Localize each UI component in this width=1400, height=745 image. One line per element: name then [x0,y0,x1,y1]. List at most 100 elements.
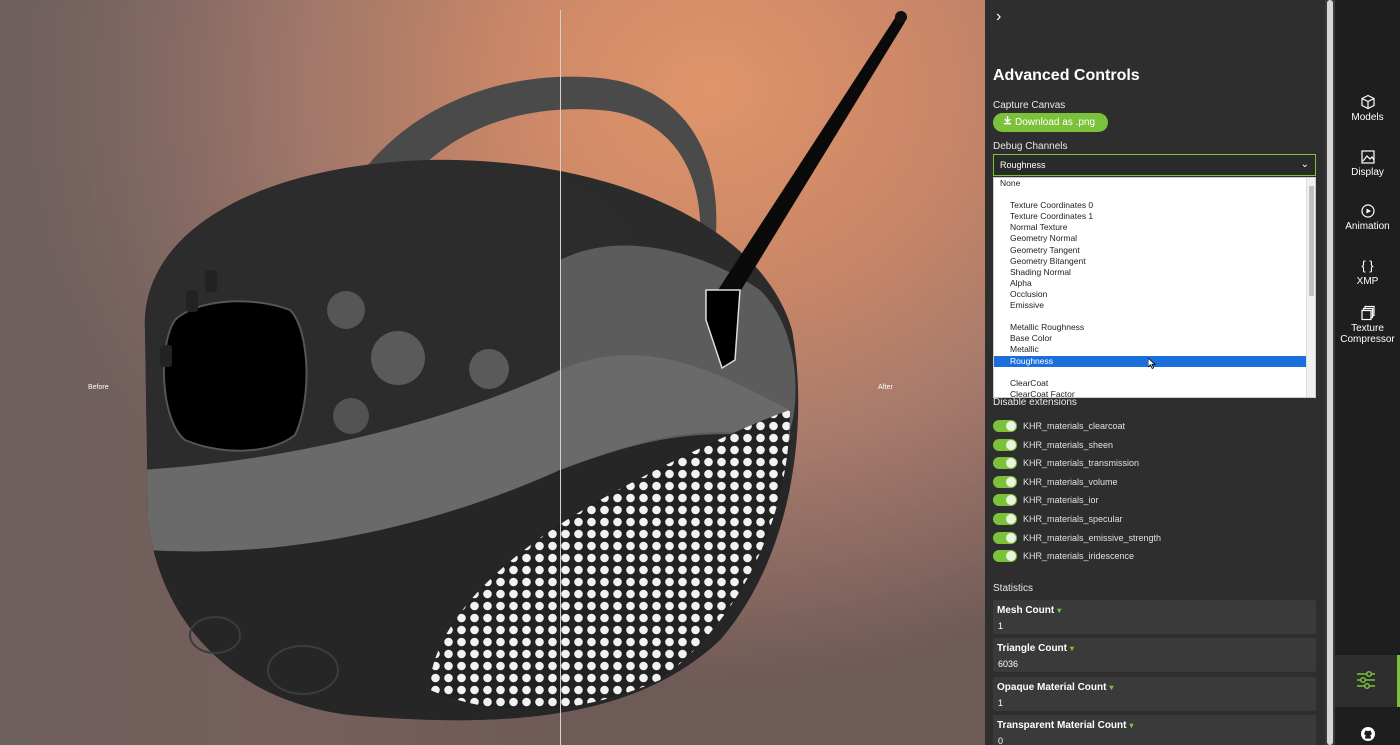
extension-toggle[interactable] [993,438,1017,451]
boombox-model [144,11,907,721]
stat-value: 1 [998,697,1004,708]
sidebar-item-xmp[interactable]: { } XMP [1335,258,1400,287]
debug-option [994,311,1315,322]
extension-toggle[interactable] [993,457,1017,470]
stat-header[interactable]: Mesh Count ▾ [997,605,1061,616]
debug-option[interactable]: Geometry Normal [994,233,1315,244]
caret-down-icon: ▾ [1070,644,1075,654]
sidebar-item-models[interactable]: Models [1335,94,1400,123]
stat-label: Transparent Material Count [997,719,1127,731]
extension-toggle[interactable] [993,475,1017,488]
debug-option[interactable]: None [994,178,1315,189]
debug-channels-label: Debug Channels [993,141,1068,152]
capture-canvas-label: Capture Canvas [993,100,1066,111]
braces-icon: { } [1361,258,1374,273]
debug-option[interactable]: Texture Coordinates 1 [994,211,1315,222]
sidebar-item-label: Texture Compressor [1340,323,1395,345]
debug-option[interactable]: Metallic Roughness [994,322,1315,333]
extension-toggle[interactable] [993,513,1017,525]
antenna [718,18,905,300]
stat-value: 0 [998,735,1004,745]
extension-toggle[interactable] [993,531,1017,544]
extension-label: KHR_materials_transmission [1023,458,1140,469]
debug-channel-select[interactable]: Roughness ⌄ [993,154,1316,176]
sidebar-item-animation[interactable]: Animation [1335,203,1400,232]
advanced-controls-panel: › Advanced Controls Capture Canvas Downl… [985,0,1325,745]
right-sidebar: Models Display Animation { } XMP Texture… [1335,0,1400,745]
debug-option [994,189,1315,200]
sidebar-item-label: Display [1351,167,1384,178]
statistics-label: Statistics [993,583,1034,594]
debug-option[interactable]: Geometry Tangent [994,245,1315,256]
sliders-icon [1357,670,1375,690]
comparison-split-line[interactable] [560,10,561,745]
mouse-cursor-icon [1148,358,1156,369]
cube-icon [1360,94,1375,110]
github-link[interactable] [1335,726,1400,744]
caret-down-icon: ▾ [1129,720,1134,730]
caret-down-icon: ▾ [1057,606,1062,615]
image-icon [1360,150,1375,164]
extension-toggle[interactable] [993,420,1017,432]
download-png-button[interactable]: Download as .png [993,113,1108,132]
layers-icon [1360,305,1375,321]
sidebar-item-advanced-controls[interactable] [1335,655,1400,707]
stat-card: Transparent Material Count ▾ 0 [993,714,1316,745]
panel-title: Advanced Controls [993,67,1140,84]
extension-row: KHR_materials_transmission [993,456,1139,470]
stat-value: 1 [998,621,1004,631]
stat-label: Triangle Count [997,643,1067,655]
cassette-window [162,300,308,452]
debug-option[interactable]: Emissive [994,300,1315,311]
extension-label: KHR_materials_ior [1023,495,1099,506]
stat-card: Mesh Count ▾ 1 [993,600,1316,634]
sidebar-item-display[interactable]: Display [1335,149,1400,178]
panel-scrollbar[interactable] [1325,0,1335,745]
extension-label: KHR_materials_emissive_strength [1023,532,1162,543]
stat-header[interactable]: Triangle Count ▾ [997,643,1074,654]
extension-row: KHR_materials_clearcoat [993,419,1125,433]
sidebar-item-texture-compressor[interactable]: Texture Compressor [1335,305,1400,345]
debug-option[interactable]: ClearCoat [994,378,1315,389]
debug-option[interactable]: Normal Texture [994,222,1315,233]
extension-label: KHR_materials_iridescence [1023,551,1135,562]
after-label: After [878,384,893,391]
extension-label: KHR_materials_clearcoat [1023,421,1126,431]
stat-value: 6036 [998,659,1019,670]
caret-down-icon: ▾ [1109,682,1114,692]
stat-label: Opaque Material Count [997,681,1107,693]
debug-channel-value: Roughness [1000,160,1046,170]
extension-label: KHR_materials_sheen [1023,439,1114,450]
extension-row: KHR_materials_ior [993,493,1099,507]
before-label: Before [88,384,109,391]
stat-header[interactable]: Opaque Material Count ▾ [997,682,1113,693]
download-icon [1003,113,1012,132]
extension-row: KHR_materials_emissive_strength [993,531,1161,545]
debug-option[interactable]: Occlusion [994,289,1315,300]
debug-option[interactable]: Alpha [994,278,1315,289]
extension-label: KHR_materials_volume [1023,476,1118,487]
dropdown-scrollbar[interactable] [1306,178,1315,397]
debug-option[interactable]: Texture Coordinates 0 [994,200,1315,211]
download-label: Download as .png [1015,117,1096,128]
debug-option[interactable]: Base Color [994,333,1315,344]
stat-card: Triangle Count ▾ 6036 [993,638,1316,673]
collapse-chevron-icon[interactable]: › [996,8,1001,26]
disable-extensions-label: Disable extensions [993,397,1077,408]
extension-row: KHR_materials_sheen [993,438,1113,452]
extension-label: KHR_materials_specular [1023,514,1123,524]
debug-option[interactable]: Metallic [994,344,1315,355]
github-icon [1360,727,1375,741]
stat-header[interactable]: Transparent Material Count ▾ [997,720,1133,731]
debug-option[interactable]: Shading Normal [994,267,1315,278]
extension-row: KHR_materials_iridescence [993,549,1134,563]
stat-label: Mesh Count [997,605,1055,616]
extension-toggle[interactable] [993,550,1017,563]
extension-toggle[interactable] [993,494,1017,507]
stat-card: Opaque Material Count ▾ 1 [993,676,1316,711]
sidebar-item-label: Models [1351,112,1384,123]
sidebar-item-label: Animation [1345,221,1390,232]
chevron-down-icon: ⌄ [1300,159,1309,170]
model-viewport[interactable]: Before After [0,0,985,745]
debug-option[interactable]: Geometry Bitangent [994,256,1315,267]
